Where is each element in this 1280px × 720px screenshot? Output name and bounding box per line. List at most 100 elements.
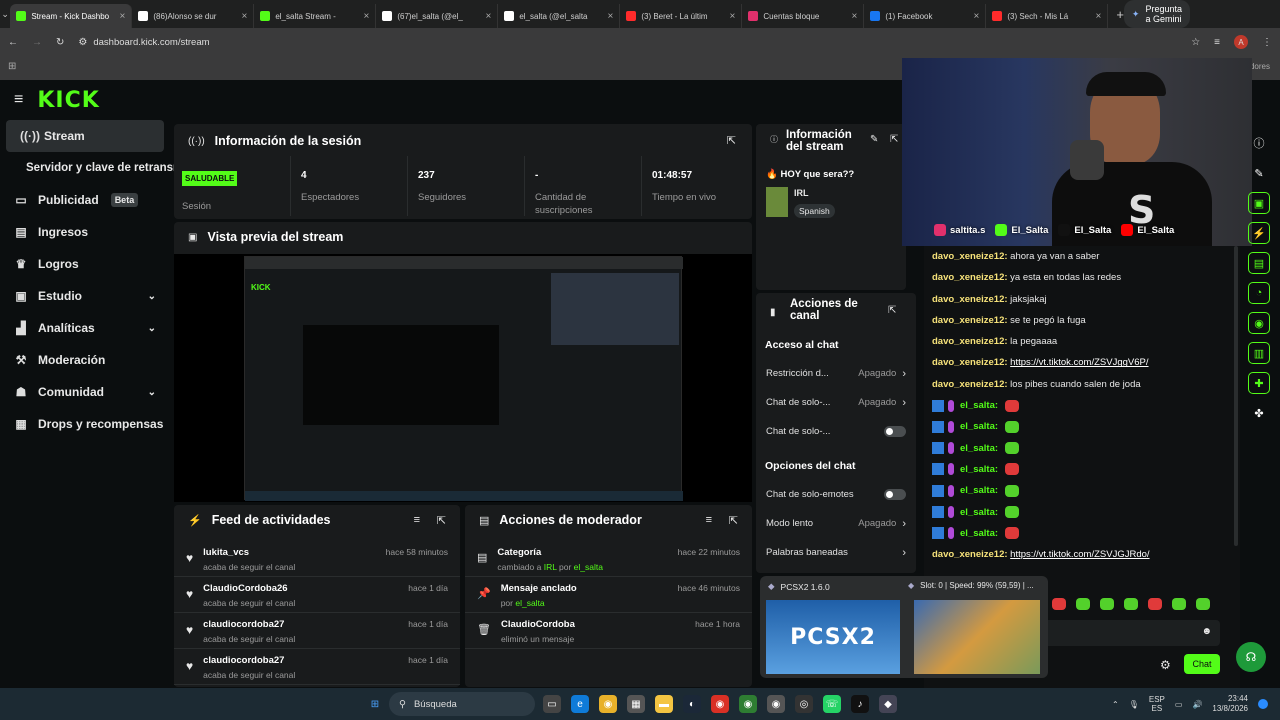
chat-username[interactable]: davo_xeneize12 [932, 251, 1004, 262]
obs-icon[interactable]: ◎ [795, 695, 813, 713]
browser-tab[interactable]: (67)el_salta (@el_ × [376, 4, 499, 28]
sidebar-item[interactable]: ▭ Publicidad Beta [0, 184, 170, 216]
edit-icon[interactable]: ✎ [870, 134, 878, 145]
chat-username[interactable]: davo_xeneize12 [932, 357, 1004, 368]
activity-row[interactable]: ♥ claudiocordoba27 acaba de seguir el cana… [174, 649, 460, 685]
chat-username[interactable]: el_salta [960, 528, 995, 539]
tab-close-icon[interactable]: × [485, 11, 491, 22]
hamburger-icon[interactable]: ≡ [14, 91, 23, 109]
browser-tab[interactable]: (1) Facebook × [864, 4, 987, 28]
browser-tab[interactable]: Cuentas bloque × [742, 4, 865, 28]
task-view-icon[interactable]: ▭ [543, 695, 561, 713]
broadcast-icon[interactable]: ◉ [1248, 312, 1270, 334]
activity-row[interactable]: ♥ claudiocordoba27 acaba de seguir el cana… [174, 613, 460, 649]
chat-username[interactable]: davo_xeneize12 [932, 272, 1004, 283]
popout-icon[interactable]: ⇱ [437, 514, 446, 527]
emote-icon[interactable] [1172, 598, 1186, 610]
filter-icon[interactable]: ≡ [706, 514, 712, 526]
browser-tab[interactable]: (3) Beret - La últim × [620, 4, 743, 28]
emote-icon[interactable] [1124, 598, 1138, 610]
chat-setting-row[interactable]: Chat de solo-... [756, 417, 916, 446]
store-icon[interactable]: ▦ [627, 695, 645, 713]
bookmarks-folder[interactable]: dores [1250, 62, 1270, 71]
tab-close-icon[interactable]: × [729, 11, 735, 22]
chat-setting-row[interactable]: Chat de solo-... Apagado › [756, 388, 916, 417]
chat-username[interactable]: davo_xeneize12 [932, 315, 1004, 326]
chat-setting-row[interactable]: Chat de solo-emotes [756, 480, 916, 509]
emote-icon[interactable] [1076, 598, 1090, 610]
clock[interactable]: 23:44 13/8/2026 [1212, 694, 1248, 714]
chat-username[interactable]: davo_xeneize12 [932, 336, 1004, 347]
popout-icon[interactable]: ⇱ [727, 134, 736, 147]
taskbar-search[interactable]: ⚲ Búsqueda [389, 692, 535, 716]
edge-icon[interactable]: e [571, 695, 589, 713]
mod-action-target[interactable]: el_salta [515, 598, 544, 608]
filter-icon[interactable]: ≡ [414, 514, 420, 526]
more-icon[interactable]: ⋮ [1262, 37, 1272, 48]
popout-icon[interactable]: ⇱ [890, 134, 898, 145]
sidebar-item[interactable]: ☗ Comunidad ⌄ [0, 376, 170, 408]
browser-tab[interactable]: (3) Sech - Mis Lá × [986, 4, 1109, 28]
mic-icon[interactable]: 🎙 [1129, 700, 1139, 709]
mod-action-row[interactable]: ▤ Categoría cambiado a IRL por el_salta hac… [465, 541, 752, 577]
url-field[interactable]: dashboard.kick.com/stream [93, 37, 209, 48]
apps-icon[interactable]: ⊞ [8, 61, 16, 72]
preview-video[interactable]: KICK [174, 254, 752, 502]
chat-settings-icon[interactable]: ⚙ [1160, 658, 1171, 672]
mod-action-user[interactable]: el_salta [574, 562, 603, 572]
chat-input[interactable]: ☻ [1044, 620, 1220, 646]
kick-logo[interactable]: KICK [37, 88, 99, 113]
mod-action-row[interactable]: 📌 Mensaje anclado por el_salta hace 46 minu… [465, 577, 752, 613]
chat-link[interactable]: https://vt.tiktok.com/ZSVJggV6P/ [1010, 357, 1148, 368]
printer-icon[interactable]: ▥ [1248, 342, 1270, 364]
clipboard-icon[interactable]: ▤ [1248, 252, 1270, 274]
setting-toggle[interactable] [884, 426, 906, 437]
chat-setting-row[interactable]: Restricción d... Apagado › [756, 359, 916, 388]
sidebar-item[interactable]: ▦ Drops y recompensas [0, 408, 170, 440]
new-tab-button[interactable]: + [1116, 7, 1124, 22]
chat-setting-row[interactable]: Modo lento Apagado › [756, 509, 916, 538]
tab-close-icon[interactable]: × [119, 11, 125, 22]
chat-username[interactable]: davo_xeneize12 [932, 379, 1004, 390]
folder-icon[interactable]: ▬ [655, 695, 673, 713]
chat-username[interactable]: davo_xeneize12 [932, 549, 1004, 560]
setting-toggle[interactable] [884, 489, 906, 500]
windows-start-icon[interactable]: ⊞ [366, 695, 384, 713]
whatsapp-icon[interactable]: ☏ [823, 695, 841, 713]
chat-setting-row[interactable]: Palabras baneadas › [756, 538, 916, 567]
volume-icon[interactable]: 🔊 [1192, 700, 1202, 709]
emoji-icon[interactable]: ☻ [1201, 626, 1212, 637]
emote-icon[interactable] [1100, 598, 1114, 610]
browser-tab[interactable]: el_salta (@el_salta × [498, 4, 621, 28]
chat-username[interactable]: el_salta [960, 507, 995, 518]
tab-close-icon[interactable]: × [241, 11, 247, 22]
app-icon[interactable]: ◉ [739, 695, 757, 713]
tray-expand-icon[interactable]: ⌃ [1112, 700, 1119, 709]
emote-icon[interactable] [1148, 598, 1162, 610]
activity-row[interactable]: ♥ lukita_vcs acaba de seguir el canal hace … [174, 541, 460, 577]
network-icon[interactable]: ▭ [1175, 700, 1183, 709]
sidebar-item[interactable]: ▟ Analíticas ⌄ [0, 312, 170, 344]
reload-icon[interactable]: ↻ [56, 37, 64, 48]
activity-row[interactable]: ♥ ClaudioCordoba26 acaba de seguir el cana… [174, 577, 460, 613]
pcsx2-taskbar-icon[interactable]: ◆ [879, 695, 897, 713]
tab-close-icon[interactable]: × [607, 11, 613, 22]
chat-send-button[interactable]: Chat [1184, 654, 1220, 674]
sidebar-item[interactable]: Servidor y clave de retransmisión [0, 152, 210, 184]
chat-username[interactable]: davo_xeneize12 [932, 294, 1004, 305]
edit-icon[interactable]: ✎ [1248, 162, 1270, 184]
profile-avatar[interactable]: A [1234, 35, 1248, 49]
forward-icon[interactable]: → [32, 37, 42, 48]
tab-search-icon[interactable]: ⌄ [0, 9, 10, 20]
camera-icon[interactable]: ▣ [1248, 192, 1270, 214]
site-info-icon[interactable]: ⚙ [78, 37, 87, 48]
menu-icon[interactable]: ≡ [1214, 37, 1220, 48]
sidebar-item[interactable]: ((·)) Stream [6, 120, 164, 152]
wrench-icon[interactable]: ✚ [1248, 372, 1270, 394]
chat-username[interactable]: el_salta [960, 443, 995, 454]
chat-username[interactable]: el_salta [960, 400, 995, 411]
game-window-thumbnail[interactable] [914, 600, 1040, 674]
chat-link[interactable]: https://vt.tiktok.com/ZSVJGJRdo/ [1010, 549, 1149, 560]
emote-icon[interactable] [1052, 598, 1066, 610]
chat-icon[interactable]: ◔ [1248, 282, 1270, 304]
